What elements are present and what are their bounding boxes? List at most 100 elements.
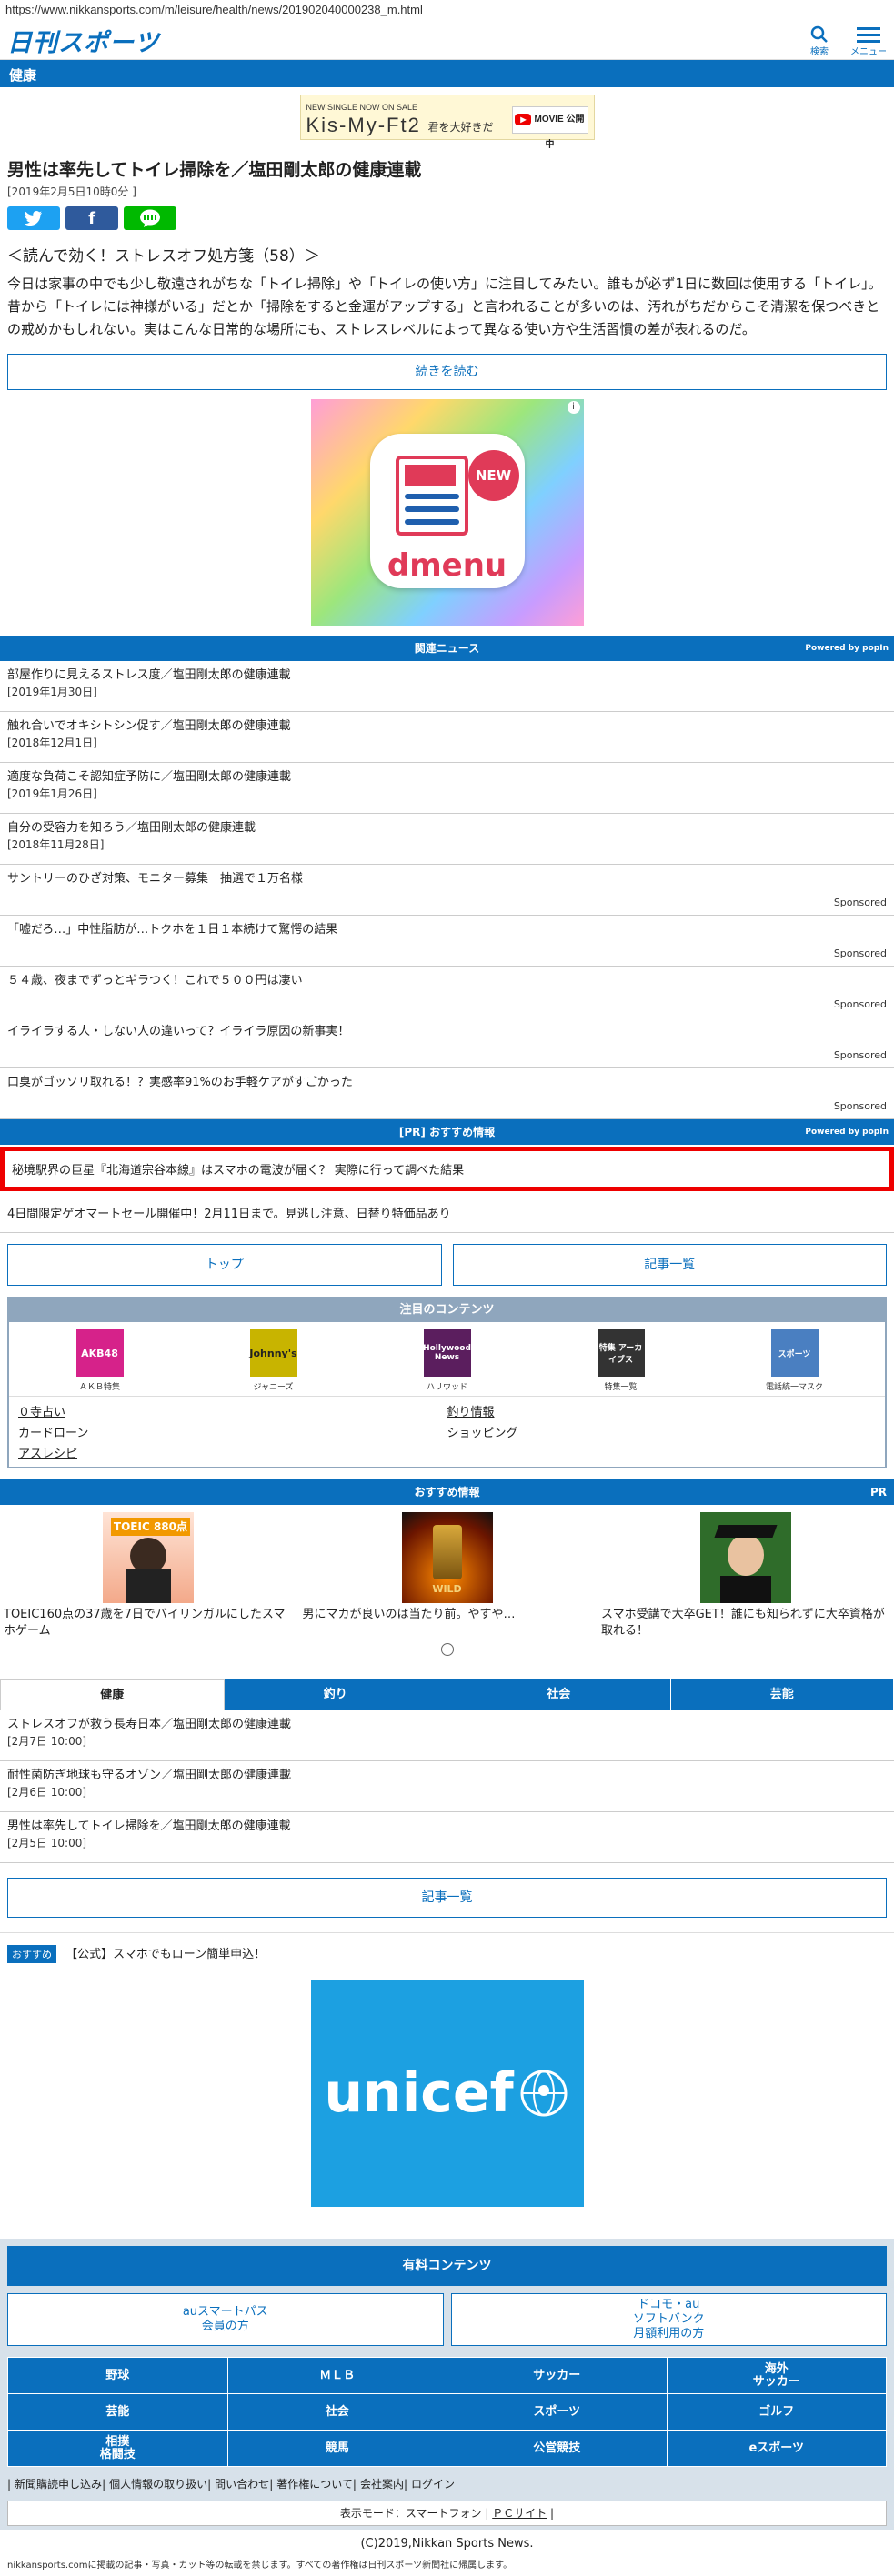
headline-date: [2月6日 10:00] (7, 1786, 87, 1799)
recommend-image: TOEIC 880点 (103, 1512, 194, 1603)
featured-link[interactable]: ０寺占い (18, 1402, 447, 1419)
featured-sports[interactable]: スポーツ 電話統一マスク (754, 1329, 836, 1392)
footer-cat-sumo[interactable]: 相撲 格闘技 (8, 2431, 227, 2466)
footer-cat-society[interactable]: 社会 (227, 2394, 447, 2430)
carrier-monthly-button[interactable]: ドコモ・au ソフトバンク 月額利用の方 (450, 2293, 887, 2346)
tab-fishing[interactable]: 釣り (224, 1679, 447, 1710)
powered-by[interactable]: Powered by popIn (805, 1119, 889, 1145)
featured-archive[interactable]: 特集 アーカイブス 特集一覧 (580, 1329, 662, 1392)
banner-ad[interactable]: NEW SINGLE NOW ON SALE Kis-My-Ft2 君を大好きだ… (299, 95, 595, 150)
recommend-item[interactable]: TOEIC 880点 TOEIC160点の37歳を7日でバイリンガルにしたスマホ… (4, 1512, 293, 1639)
footer-cat-esports[interactable]: eスポーツ (667, 2431, 886, 2466)
facebook-share-button[interactable]: f (65, 206, 118, 230)
au-smartpass-button[interactable]: auスマートパス 会員の方 (7, 2293, 444, 2346)
url-bar[interactable]: https://www.nikkansports.com/m/leisure/h… (0, 0, 894, 22)
pr-label: PR (869, 1486, 887, 1498)
pr-line[interactable]: おすすめ 【公式】スマホでもローン簡単申込！ (0, 1932, 894, 1974)
copyright: (C)2019,Nikkan Sports News. (360, 2537, 534, 2551)
tab-entertainment[interactable]: 芸能 (670, 1679, 894, 1710)
featured-hollywood[interactable]: Hollywood News ハリウッド (407, 1329, 488, 1392)
footer-link[interactable]: ログイン (411, 2478, 455, 2491)
tab-society[interactable]: 社会 (447, 1679, 671, 1710)
headline-item[interactable]: 男性は率先してトイレ掃除を／塩田剛太郎の健康連載 [2月5日 10:00] (0, 1812, 894, 1863)
article-date: [2019年2月5日10時0分 ] (7, 185, 136, 198)
featured-icons: AKB48 ＡＫＢ特集 Johnny's ジャニーズ Hollywood News ハ… (9, 1322, 885, 1397)
pr-item-highlighted[interactable]: 秘境駅界の巨星『北海道宗谷本線』はスマホの電波が届く？ 実際に行って調べた結果 (0, 1147, 894, 1191)
sponsored-item[interactable]: 「嘘だろ…」中性脂肪が…トクホを１日１本続けて驚愕の結果 Sponsored (0, 916, 894, 967)
search-icon (810, 25, 828, 43)
related-news-item[interactable]: 自分の受容力を知ろう／塩田剛太郎の健康連載 [2018年11月28日] (0, 814, 894, 865)
category-bar[interactable]: 健康 (0, 60, 894, 87)
featured-link[interactable]: アスレシピ (18, 1444, 447, 1461)
featured-akb[interactable]: AKB48 ＡＫＢ特集 (59, 1329, 141, 1392)
sponsored-item[interactable]: サントリーのひざ対策、モニター募集 抽選で１万名様 Sponsored (0, 865, 894, 916)
sponsored-label: Sponsored (833, 897, 887, 908)
featured-title: 注目のコンテンツ (9, 1298, 885, 1322)
headline-item[interactable]: ストレスオフが救う長寿日本／塩田剛太郎の健康連載 [2月7日 10:00] (0, 1710, 894, 1761)
info-icon-row: i (0, 1641, 894, 1658)
search-button[interactable]: 検索 (799, 24, 839, 58)
facebook-icon: f (88, 208, 95, 228)
related-news-item[interactable]: 適度な負荷こそ認知症予防に／塩田剛太郎の健康連載 [2019年1月26日] (0, 763, 894, 814)
article-title: 男性は率先してトイレ掃除を／塩田剛太郎の健康連載 (7, 160, 422, 180)
copyright-notice: nikkansports.comに掲載の記事・写真・カット等の転載を禁じます。す… (7, 2561, 513, 2571)
menu-button[interactable]: メニュー (849, 24, 889, 58)
footer-cat-sports[interactable]: スポーツ (447, 2394, 667, 2430)
footer-cat-horse-racing[interactable]: 競馬 (227, 2431, 447, 2466)
dmenu-ad[interactable]: i NEW dmenu (310, 399, 584, 626)
article-list-button-bottom[interactable]: 記事一覧 (7, 1878, 887, 1918)
unicef-ad[interactable]: unicef (310, 1980, 584, 2207)
footer-cat-world-soccer[interactable]: 海外 サッカー (667, 2358, 886, 2393)
footer-link[interactable]: 会社案内 (360, 2478, 404, 2491)
headline-item[interactable]: 耐性菌防ぎ地球も守るオゾン／塩田剛太郎の健康連載 [2月6日 10:00] (0, 1761, 894, 1812)
powered-by[interactable]: Powered by popIn (805, 636, 889, 661)
sponsored-item[interactable]: 口臭がゴッソリ取れる！？実感率91%のお手軽ケアがすごかった Sponsored (0, 1068, 894, 1119)
featured-link[interactable]: カードローン (18, 1423, 447, 1440)
featured-johnnys[interactable]: Johnny's ジャニーズ (233, 1329, 315, 1392)
site-header: 日刊スポーツ 検索 メニュー (0, 22, 894, 60)
menu-label: メニュー (850, 47, 887, 57)
sponsored-item[interactable]: ５４歳、夜までずっとギラつく！これで５００円は凄い Sponsored (0, 967, 894, 1017)
footer-cat-public-racing[interactable]: 公営競技 (447, 2431, 667, 2466)
sponsored-item[interactable]: イライラする人・しない人の違いって？イライラ原因の新事実！ Sponsored (0, 1017, 894, 1068)
pr-item[interactable]: 4日間限定ゲオマートセール開催中！2月11日まで。見逃し注意、日替り特価品あり (0, 1193, 894, 1233)
sponsored-label: Sponsored (833, 1049, 887, 1061)
banner-movie-button[interactable]: ▶ MOVIE 公開中 (511, 106, 588, 150)
news-date: [2019年1月30日] (7, 686, 97, 698)
sports-logo-icon: スポーツ (770, 1329, 819, 1377)
related-news-list: 部屋作りに見えるストレス度／塩田剛太郎の健康連載 [2019年1月30日] 触れ合… (0, 661, 894, 1119)
footer-cat-mlb[interactable]: ＭＬＢ (227, 2358, 447, 2393)
news-title: 触れ合いでオキシトシン促す／塩田剛太郎の健康連載 (7, 719, 291, 733)
footer-cat-baseball[interactable]: 野球 (8, 2358, 227, 2393)
top-button[interactable]: トップ (7, 1244, 442, 1286)
footer-cat-soccer[interactable]: サッカー (447, 2358, 667, 2393)
footer-link[interactable]: 個人情報の取り扱い (109, 2478, 207, 2491)
tab-health[interactable]: 健康 (0, 1679, 225, 1710)
recommend-item[interactable]: graduate スマホ受講で大卒GET！誰にも知られずに大卒資格が取れる！ (601, 1512, 890, 1639)
share-buttons: f (0, 201, 894, 236)
featured-link[interactable]: 釣り情報 (447, 1402, 877, 1419)
article-lead: 今日は家事の中でも少し敬遠されがちな「トイレ掃除」や「トイレの使い方」に注目して… (7, 276, 882, 337)
line-share-button[interactable] (124, 206, 176, 230)
footer-link[interactable]: 問い合わせ (215, 2478, 269, 2491)
related-news-item[interactable]: 部屋作りに見えるストレス度／塩田剛太郎の健康連載 [2019年1月30日] (0, 661, 894, 712)
read-more-button[interactable]: 続きを読む (7, 354, 887, 390)
footer-link[interactable]: 新聞購読申し込み (15, 2478, 102, 2491)
info-icon[interactable]: i (440, 1643, 454, 1656)
article-list-button[interactable]: 記事一覧 (452, 1244, 887, 1286)
featured-label: ハリウッド (426, 1383, 467, 1392)
pc-site-link[interactable]: ＰＣサイト (492, 2507, 547, 2520)
footer-link[interactable]: 著作権について (276, 2478, 353, 2491)
featured-link[interactable]: ショッピング (447, 1423, 877, 1440)
footer-cat-entertainment[interactable]: 芸能 (8, 2394, 227, 2430)
site-logo[interactable]: 日刊スポーツ (7, 23, 159, 58)
footer-links: | 新聞購読申し込み| 個人情報の取り扱い| 問い合わせ| 著作権について| 会社案内| ロ… (7, 2478, 456, 2491)
featured-links: ０寺占い 釣り情報 カードローン ショッピング アスレシピ (9, 1397, 885, 1467)
display-mode-label: 表示モード：スマートフォン (339, 2507, 482, 2520)
recommend-item[interactable]: WILD 男にマカが良いのは当たり前。やすや… (303, 1512, 592, 1639)
paid-contents-header[interactable]: 有料コンテンツ (7, 2246, 887, 2286)
twitter-share-button[interactable] (7, 206, 60, 230)
ad-info-icon[interactable]: i (567, 401, 580, 414)
footer-cat-golf[interactable]: ゴルフ (667, 2394, 886, 2430)
related-news-item[interactable]: 触れ合いでオキシトシン促す／塩田剛太郎の健康連載 [2018年12月1日] (0, 712, 894, 763)
